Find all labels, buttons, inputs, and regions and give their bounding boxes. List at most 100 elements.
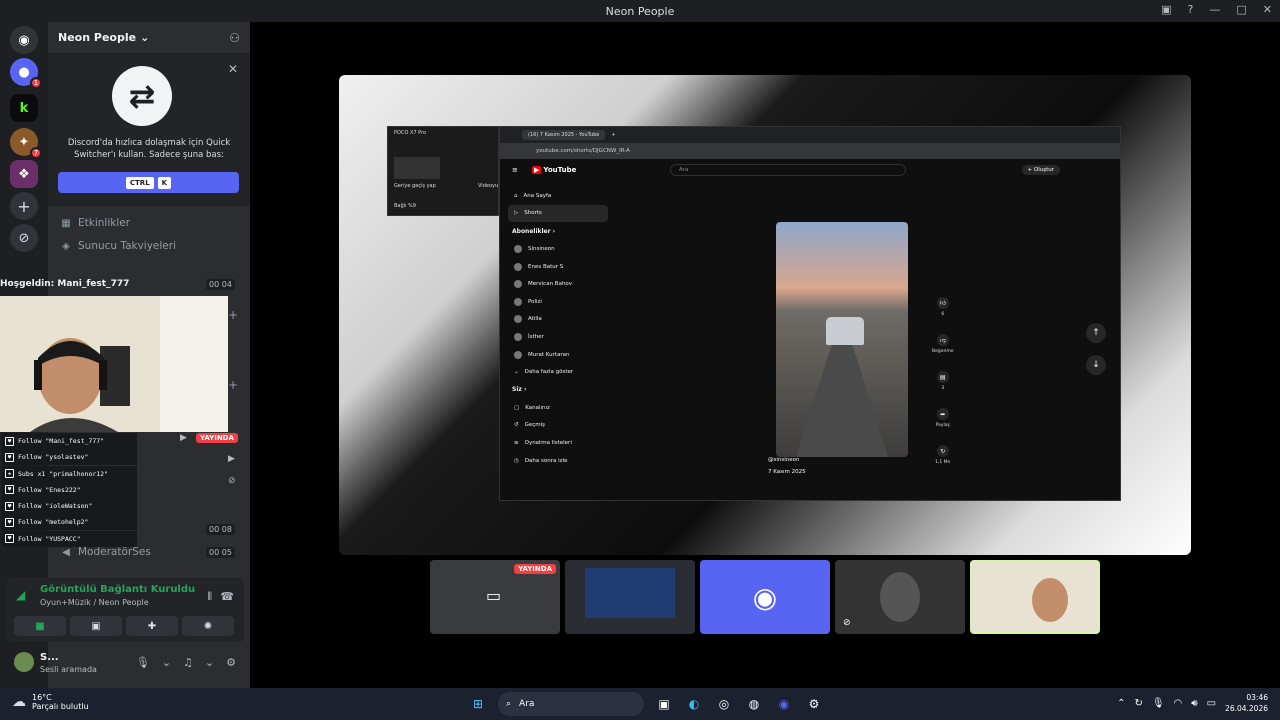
weather-widget[interactable]: ☁ 16°C Parçalı bulutlu (12, 693, 89, 711)
activities-button[interactable]: ✚ (126, 616, 178, 636)
streamer-webcam-image (0, 296, 228, 432)
share-icon: ➦ (936, 408, 949, 420)
yt-sub: Sinsineon (508, 240, 608, 258)
steam-icon[interactable]: ⚙ (804, 694, 824, 714)
participant-avatar-tile[interactable]: ◉ (700, 560, 830, 634)
screen-share-stream[interactable]: POCO X7 Pro Geriye geçiş yap Videoyu Bağ… (339, 75, 1191, 555)
minimize-button[interactable]: — (1209, 3, 1220, 16)
poco-window: POCO X7 Pro Geriye geçiş yap Videoyu Bağ… (387, 126, 499, 216)
user-count: 00 08 (206, 524, 235, 535)
shorts-icon: ▷ (514, 210, 519, 217)
user-count: 00 04 (206, 279, 235, 290)
events-label: Etkinlikler (78, 217, 131, 229)
sync-icon[interactable]: ↻ (1134, 698, 1142, 709)
server-name: Neon People (58, 31, 137, 44)
taskbar-apps: ⊞ ⌕ Ara ▣ ◐ ◎ ◍ ◉ ⚙ (468, 692, 824, 716)
camera-button[interactable]: ■ (14, 616, 66, 636)
voice-status[interactable]: Görüntülü Bağlantı Kuruldu (40, 584, 195, 595)
add-icon[interactable]: + (228, 378, 238, 392)
playlist-icon: ≡ (514, 439, 519, 446)
maximize-button[interactable]: □ (1236, 3, 1246, 16)
participant-tile[interactable]: ⊘ (835, 560, 965, 634)
k-key: K (157, 176, 172, 189)
server-icon-3[interactable]: ✦ 7 (10, 128, 42, 159)
avatar (880, 572, 920, 622)
boost-icon: ◈ (62, 240, 70, 252)
youtube-logo: ▶ YouTube (532, 166, 577, 174)
volume-icon[interactable]: 🔊︎ (1191, 698, 1197, 709)
chrome-icon[interactable]: ◍ (744, 694, 764, 714)
wifi-icon[interactable]: ◠ (1174, 698, 1183, 709)
dislike-icon: 👎︎ (936, 334, 949, 346)
channel-label: ModeratörSes (78, 546, 151, 558)
disconnect-icon[interactable]: ☎ (220, 590, 234, 603)
browser-tab-bar: (16) 7 Kasım 2025 - YouTube + (500, 127, 1120, 143)
server-icon-1[interactable]: ● 1 (10, 58, 42, 89)
username[interactable]: S... (40, 652, 59, 663)
server-icon-kick[interactable]: k (10, 94, 38, 122)
like-count: 6 (941, 312, 945, 317)
add-icon[interactable]: + (228, 308, 238, 322)
discord-icon[interactable]: ◉ (774, 694, 794, 714)
events-item[interactable]: ▦ Etkinlikler (60, 217, 130, 229)
yt-sub: Murat Kurtaran (508, 346, 608, 364)
self-camera-tile[interactable] (970, 560, 1100, 634)
signal-icon: ◢ (16, 588, 26, 602)
short-navigation: ↑ ↓ (1086, 323, 1106, 375)
boosts-label: Sunucu Takviyeleri (78, 240, 177, 252)
heart-icon: ♥ (5, 485, 14, 495)
server-icon-4[interactable]: ❖ (10, 160, 38, 188)
follow-alert: ♥ Follow "YUSPACC" (2, 530, 137, 547)
add-server-icon[interactable]: + (10, 192, 38, 220)
system-tray: ⌃ ↻ 🎙︎ ◠ 🔊︎ ▭ 03:46 26.04.2026 (1117, 692, 1268, 714)
task-view-icon[interactable]: ▣ (654, 694, 674, 714)
headphones-icon[interactable]: ♫ (183, 656, 193, 669)
taskbar-search[interactable]: ⌕ Ara (498, 692, 644, 716)
gear-icon[interactable]: ⚙ (226, 656, 236, 669)
chevron-up-icon[interactable]: ⌃ (1117, 698, 1125, 709)
quick-switcher-text: Discord'da hızlıca dolaşmak için Quick S… (67, 138, 231, 160)
follow-alert: ♥ Follow "ioleWatson" (2, 498, 137, 515)
channel-moderator-voice[interactable]: ◀ ModeratörSes (60, 546, 151, 558)
close-button[interactable]: ✕ (1263, 3, 1272, 16)
close-icon[interactable]: ✕ (228, 62, 238, 76)
webcam-overlay (0, 296, 228, 432)
live-badge: YAYINDA (514, 564, 556, 574)
help-icon[interactable]: ? (1188, 3, 1194, 16)
clock[interactable]: 03:46 26.04.2026 (1225, 692, 1268, 714)
yt-sub: Mervican Bahov (508, 275, 608, 293)
voice-channel-name[interactable]: Oyun+Müzik / Neon People (40, 598, 149, 607)
chevron-down-icon[interactable]: ⌄ (205, 656, 214, 669)
microphone-icon[interactable]: 🎙︎ (1152, 698, 1165, 709)
quick-switcher-button[interactable]: CTRL K (58, 172, 239, 193)
discord-home-icon[interactable]: ◉ (10, 26, 38, 54)
server-header[interactable]: Neon People ⌄ ⚇ (48, 22, 250, 54)
like-icon: 👍︎ (936, 297, 949, 309)
jerseys-image (585, 568, 675, 618)
yt-sub: İsther (508, 328, 608, 346)
poco-title: POCO X7 Pro (394, 130, 427, 136)
discord-logo-icon: ◉ (18, 32, 30, 48)
server-glyph: ● (18, 64, 30, 80)
battery-icon[interactable]: ▭ (1207, 698, 1216, 709)
speaker-icon: ◀ (62, 546, 70, 558)
camera-icon: ▶ (180, 433, 187, 443)
screen-share-button[interactable]: ▣ (70, 616, 122, 636)
noise-suppression-icon[interactable]: ⫴ (207, 590, 212, 604)
heart-icon: ♥ (5, 436, 14, 446)
screen-share-tile[interactable]: YAYINDA ▭ (430, 560, 560, 634)
avatar[interactable] (14, 652, 34, 672)
edge-icon[interactable]: ◐ (684, 694, 704, 714)
chevron-down-icon[interactable]: ⌄ (162, 656, 171, 669)
user-panel: S... Sesli aramada 🎙︎ ⌄ ♫ ⌄ ⚙ (6, 646, 244, 682)
search-icon: ⌕ (506, 699, 512, 709)
server-boosts-item[interactable]: ◈ Sunucu Takviyeleri (60, 240, 176, 252)
explore-icon[interactable]: ⊘ (10, 224, 38, 252)
invite-people-icon[interactable]: ⚇ (229, 31, 240, 45)
obs-icon[interactable]: ◎ (714, 694, 734, 714)
inbox-icon[interactable]: ▣ (1161, 3, 1171, 16)
soundboard-button[interactable]: ✺ (182, 616, 234, 636)
participant-camera-tile[interactable] (565, 560, 695, 634)
start-icon[interactable]: ⊞ (468, 694, 488, 714)
microphone-icon[interactable]: 🎙︎ (136, 656, 150, 669)
